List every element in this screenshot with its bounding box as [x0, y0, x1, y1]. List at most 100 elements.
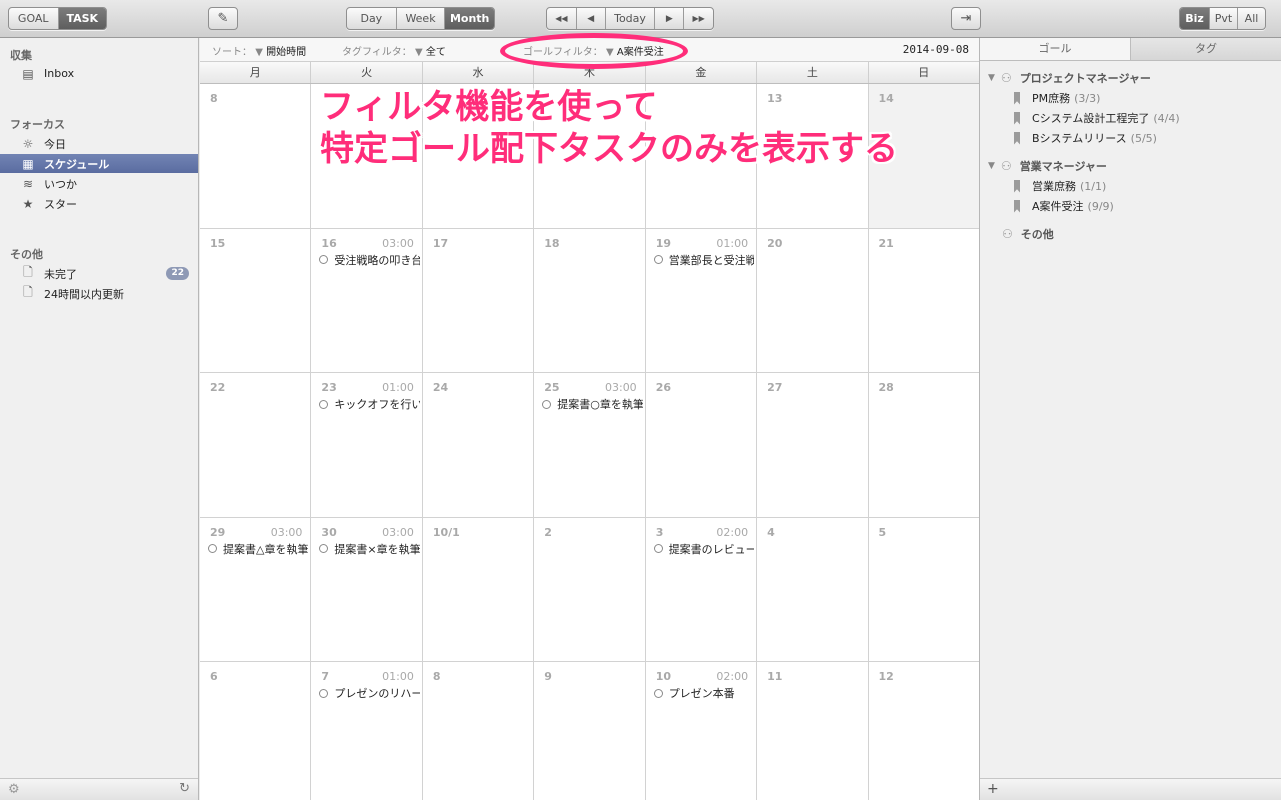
disclosure-triangle-icon[interactable]: ▼: [988, 161, 995, 171]
task-entry[interactable]: 営業部長と受注戦: [653, 252, 754, 268]
sidebar-item-updated-24h[interactable]: 🗋 24時間以内更新: [0, 284, 198, 303]
goal-count: (1/1): [1080, 179, 1107, 193]
tag-filter[interactable]: タグフィルタ： ▼ 全て: [342, 43, 446, 58]
goal-item[interactable]: Cシステム設計工程完了 (4/4): [1014, 110, 1180, 126]
task-entry[interactable]: 提案書○章を執筆: [542, 396, 643, 412]
day-cell[interactable]: 24: [421, 373, 533, 517]
day-cell[interactable]: 17: [421, 228, 533, 372]
export-button[interactable]: ⇥: [951, 7, 981, 30]
sidebar-item-incomplete[interactable]: 🗋 未完了 22: [0, 264, 198, 283]
task-entry[interactable]: 提案書△章を執筆: [208, 541, 308, 557]
day-view-button[interactable]: Day: [347, 8, 396, 29]
goal-group-other[interactable]: ⚇ その他: [1002, 226, 1054, 242]
day-cell[interactable]: 3 02:00 提案書のレビュー: [644, 517, 756, 661]
day-cell[interactable]: 12: [867, 662, 979, 800]
day-cell[interactable]: 21: [867, 228, 979, 372]
day-cell[interactable]: 27: [756, 373, 867, 517]
day-cell[interactable]: 9: [533, 662, 644, 800]
pvt-scope-button[interactable]: Pvt: [1209, 8, 1237, 29]
task-entry[interactable]: 提案書×章を執筆: [319, 541, 420, 557]
sidebar-item-inbox[interactable]: ▤ Inbox: [0, 64, 198, 83]
biz-scope-button[interactable]: Biz: [1180, 8, 1209, 29]
goal-item[interactable]: 営業庶務 (1/1): [1014, 178, 1106, 194]
task-time: 02:00: [716, 525, 749, 539]
day-cell[interactable]: 10/1: [421, 517, 533, 661]
section-header-other: その他: [10, 248, 43, 261]
highlight-ellipse: [500, 33, 688, 69]
checkbox-circle-icon[interactable]: [319, 688, 329, 698]
day-cell[interactable]: 22: [200, 373, 310, 517]
prev-icon[interactable]: ◀: [575, 8, 605, 29]
checkbox-circle-icon[interactable]: [653, 544, 663, 553]
day-cell[interactable]: 11: [756, 662, 867, 800]
sidebar-item-star[interactable]: ★ スター: [0, 194, 198, 213]
checkbox-circle-icon[interactable]: [319, 399, 329, 409]
day-cell[interactable]: 19 01:00 営業部長と受注戦: [644, 228, 756, 372]
add-goal-button[interactable]: +: [987, 781, 999, 797]
sidebar-item-someday[interactable]: ≋ いつか: [0, 174, 198, 193]
goal-group-sales[interactable]: ▼ ⚇ 営業マネージャー: [988, 158, 1107, 174]
checkbox-circle-icon[interactable]: [653, 688, 663, 698]
goal-item[interactable]: Bシステムリリース (5/5): [1014, 130, 1157, 146]
gear-icon[interactable]: ⚙: [8, 782, 20, 797]
weekday-label: 水: [421, 62, 533, 83]
next-icon[interactable]: ▶: [654, 8, 683, 29]
day-cell[interactable]: 8: [200, 84, 310, 228]
day-cell[interactable]: 26: [644, 373, 756, 517]
day-cell[interactable]: 4: [756, 517, 867, 661]
day-cell[interactable]: 25 03:00 提案書○章を執筆: [533, 373, 644, 517]
weekday-label: 土: [756, 62, 867, 83]
goal-item[interactable]: PM庶務 (3/3): [1014, 90, 1100, 106]
day-cell[interactable]: 15: [200, 229, 310, 373]
day-cell[interactable]: 18: [533, 228, 644, 372]
day-cell[interactable]: 28: [867, 373, 979, 517]
day-cell[interactable]: 7 01:00 プレゼンのリハー: [310, 662, 421, 800]
day-cell[interactable]: 30 03:00 提案書×章を執筆: [310, 517, 421, 661]
day-cell[interactable]: 5: [867, 517, 979, 661]
day-cell[interactable]: 8: [421, 662, 533, 800]
task-entry[interactable]: プレゼン本番: [653, 685, 754, 701]
task-entry[interactable]: 提案書のレビュー: [653, 541, 754, 557]
edit-button[interactable]: ✎: [208, 7, 238, 30]
today-button[interactable]: Today: [604, 8, 655, 29]
month-view-button[interactable]: Month: [444, 8, 494, 29]
tab-tag[interactable]: タグ: [1130, 38, 1281, 60]
fast-forward-icon[interactable]: ▶▶: [683, 8, 713, 29]
day-number: 27: [767, 381, 783, 394]
goal-count: (9/9): [1087, 199, 1114, 213]
checkbox-circle-icon[interactable]: [653, 255, 663, 264]
task-time: 01:00: [382, 670, 414, 683]
day-cell[interactable]: 20: [756, 228, 867, 372]
day-number: 10: [655, 670, 671, 683]
task-entry[interactable]: キックオフを行い: [319, 396, 420, 412]
day-number: 9: [544, 670, 552, 683]
day-cell[interactable]: 6: [200, 662, 310, 800]
disclosure-triangle-icon[interactable]: ▼: [988, 73, 995, 83]
day-cell[interactable]: 10 02:00 プレゼン本番: [644, 662, 756, 800]
task-entry[interactable]: プレゼンのリハー: [319, 685, 420, 701]
sidebar-item-schedule[interactable]: ▦ スケジュール: [0, 154, 198, 173]
tab-goal[interactable]: ゴール: [980, 38, 1130, 60]
rewind-icon[interactable]: ◀◀: [547, 8, 576, 29]
checkbox-circle-icon[interactable]: [319, 255, 329, 264]
day-cell[interactable]: 16 03:00 受注戦略の叩き台: [310, 228, 421, 372]
scope-switch: Biz Pvt All: [1179, 7, 1266, 30]
checkbox-circle-icon[interactable]: [319, 544, 329, 553]
sort-filter[interactable]: ソート： ▼ 開始時間: [212, 43, 306, 58]
all-scope-button[interactable]: All: [1237, 8, 1265, 29]
day-cell[interactable]: 29 03:00 提案書△章を執筆: [200, 518, 310, 662]
checkbox-circle-icon[interactable]: [542, 399, 552, 409]
goal-mode-button[interactable]: GOAL: [9, 8, 58, 29]
checkbox-circle-icon[interactable]: [208, 544, 217, 553]
day-cell[interactable]: 23 01:00 キックオフを行い: [310, 373, 421, 517]
task-time: 01:00: [716, 236, 749, 250]
goal-item[interactable]: A案件受注 (9/9): [1014, 198, 1114, 214]
task-entry[interactable]: 受注戦略の叩き台: [319, 252, 420, 268]
task-mode-button[interactable]: TASK: [57, 8, 106, 29]
day-cell[interactable]: 2: [533, 517, 644, 661]
sync-icon[interactable]: ↻: [179, 781, 190, 796]
goal-group-pm[interactable]: ▼ ⚇ プロジェクトマネージャー: [988, 70, 1151, 86]
day-number: 17: [432, 236, 449, 250]
week-view-button[interactable]: Week: [395, 8, 445, 29]
sidebar-item-today[interactable]: ☼ 今日: [0, 134, 198, 153]
